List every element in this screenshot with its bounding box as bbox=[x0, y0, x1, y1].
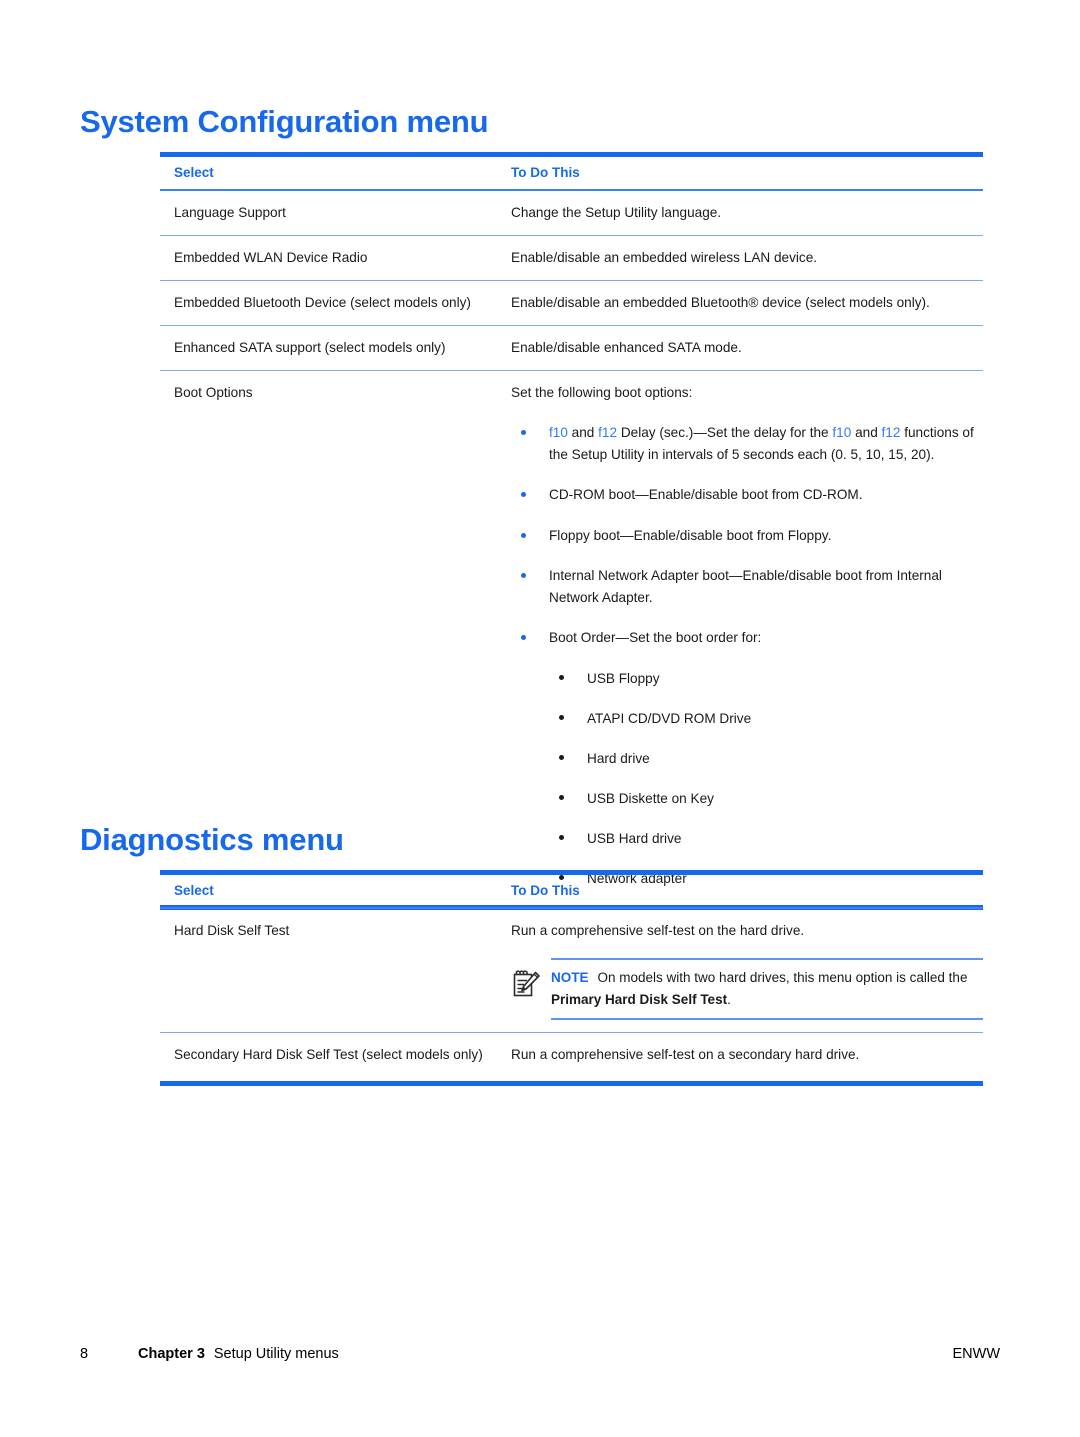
cell-select: Secondary Hard Disk Self Test (select mo… bbox=[174, 1047, 483, 1063]
delay-and-1: and bbox=[567, 425, 599, 441]
boot-order-label: Boot Order—Set the boot order for: bbox=[549, 630, 762, 646]
table-header-row: Select To Do This bbox=[160, 875, 983, 907]
page-title-system-configuration: System Configuration menu bbox=[80, 104, 489, 139]
cell-to-do-this: Enable/disable an embedded wireless LAN … bbox=[511, 250, 818, 266]
key-f12-second: f12 bbox=[881, 425, 901, 441]
delay-and-2: and bbox=[851, 425, 882, 441]
footer-locale: ENWW bbox=[952, 1346, 1000, 1362]
cell-to-do-this: Enable/disable an embedded Bluetooth® de… bbox=[511, 295, 930, 311]
cell-select: Embedded WLAN Device Radio bbox=[174, 250, 368, 266]
boot-option-cdrom: CD-ROM boot—Enable/disable boot from CD-… bbox=[511, 484, 983, 505]
table-bottom-rule bbox=[160, 1081, 983, 1087]
system-configuration-table: Select To Do This Language Support Chang… bbox=[160, 152, 983, 910]
boot-options-intro: Set the following boot options: bbox=[511, 385, 693, 401]
diagnostics-table: Select To Do This Hard Disk Self Test Ru… bbox=[160, 870, 983, 1087]
page-footer: 8 Chapter 3 Setup Utility menus ENWW bbox=[80, 1346, 1000, 1362]
column-header-to-do-this: To Do This bbox=[511, 883, 580, 898]
boot-order-item: USB Diskette on Key bbox=[549, 788, 983, 809]
footer-chapter-title: Setup Utility menus bbox=[213, 1346, 339, 1362]
table-row: Language Support Change the Setup Utilit… bbox=[160, 191, 983, 235]
cell-select: Boot Options bbox=[174, 385, 253, 401]
cell-select: Enhanced SATA support (select models onl… bbox=[174, 340, 446, 356]
cell-to-do-this: Run a comprehensive self-test on a secon… bbox=[511, 1047, 860, 1063]
boot-order-list: USB Floppy ATAPI CD/DVD ROM Drive Hard d… bbox=[549, 668, 983, 889]
footer-page-number: 8 bbox=[80, 1346, 89, 1362]
boot-option-floppy: Floppy boot—Enable/disable boot from Flo… bbox=[511, 525, 983, 546]
cell-to-do-this: Change the Setup Utility language. bbox=[511, 205, 722, 220]
note-text-after: . bbox=[727, 991, 731, 1007]
cell-to-do-this: Enable/disable enhanced SATA mode. bbox=[511, 340, 742, 356]
boot-order-item: Hard drive bbox=[549, 748, 983, 769]
document-page: System Configuration menu Select To Do T… bbox=[0, 0, 1080, 1437]
boot-options-list: f10 and f12 Delay (sec.)—Set the delay f… bbox=[511, 422, 983, 889]
cell-select: Language Support bbox=[174, 205, 286, 220]
boot-option-delay: f10 and f12 Delay (sec.)—Set the delay f… bbox=[511, 422, 983, 465]
table-row: Hard Disk Self Test Run a comprehensive … bbox=[160, 909, 983, 1032]
table-row: Secondary Hard Disk Self Test (select mo… bbox=[160, 1033, 983, 1081]
page-title-diagnostics: Diagnostics menu bbox=[80, 822, 344, 857]
key-f12: f12 bbox=[598, 425, 618, 441]
boot-order-item: USB Floppy bbox=[549, 668, 983, 689]
footer-chapter-number: Chapter 3 bbox=[138, 1346, 205, 1362]
column-header-select: Select bbox=[174, 883, 214, 898]
table-row: Embedded Bluetooth Device (select models… bbox=[160, 281, 983, 325]
key-f10-second: f10 bbox=[832, 425, 852, 441]
column-header-select: Select bbox=[174, 165, 214, 180]
table-row: Enhanced SATA support (select models onl… bbox=[160, 326, 983, 370]
boot-order-item: ATAPI CD/DVD ROM Drive bbox=[549, 708, 983, 729]
column-header-to-do-this: To Do This bbox=[511, 165, 580, 180]
note-icon bbox=[511, 958, 545, 1006]
note-bottom-rule bbox=[551, 1018, 983, 1021]
note-body: NOTE On models with two hard drives, this… bbox=[551, 958, 983, 1021]
table-row: Embedded WLAN Device Radio Enable/disabl… bbox=[160, 236, 983, 280]
boot-option-boot-order: Boot Order—Set the boot order for: USB F… bbox=[511, 627, 983, 889]
note-text: NOTE On models with two hard drives, this… bbox=[551, 960, 983, 1018]
boot-order-item: USB Hard drive bbox=[549, 828, 983, 849]
key-f10: f10 bbox=[549, 425, 568, 441]
table-header-row: Select To Do This bbox=[160, 157, 983, 189]
note-callout: NOTE On models with two hard drives, this… bbox=[511, 958, 983, 1021]
cell-select: Hard Disk Self Test bbox=[174, 923, 290, 938]
footer-chapter-info: Chapter 3 Setup Utility menus bbox=[138, 1346, 952, 1362]
cell-select: Embedded Bluetooth Device (select models… bbox=[174, 295, 471, 311]
note-text-emphasis: Primary Hard Disk Self Test bbox=[551, 991, 728, 1007]
cell-to-do-this: Run a comprehensive self-test on the har… bbox=[511, 920, 983, 1026]
notepad-pencil-icon bbox=[513, 970, 540, 997]
cell-to-do-this: Set the following boot options: f10 and … bbox=[511, 382, 983, 889]
note-text-before: On models with two hard drives, this men… bbox=[597, 970, 968, 986]
boot-option-network-adapter: Internal Network Adapter boot—Enable/dis… bbox=[511, 565, 983, 608]
note-label: NOTE bbox=[551, 970, 589, 986]
delay-mid: Delay (sec.)—Set the delay for the bbox=[617, 425, 833, 441]
hard-disk-self-test-description: Run a comprehensive self-test on the har… bbox=[511, 923, 805, 938]
